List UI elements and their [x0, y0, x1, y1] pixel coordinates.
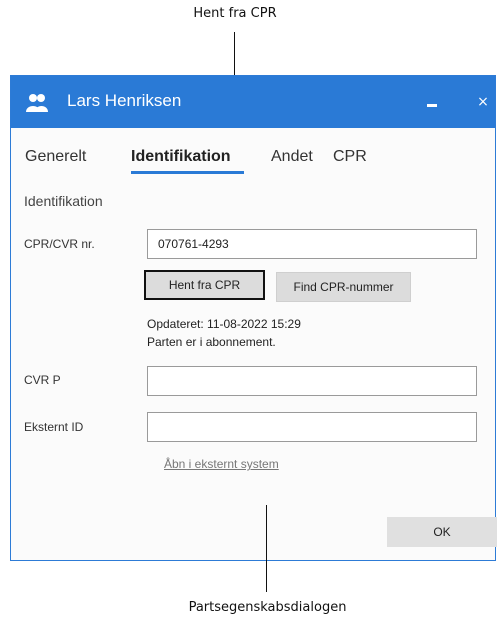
find-cpr-nummer-button[interactable]: Find CPR-nummer — [276, 272, 411, 302]
cpr-label: CPR/CVR nr. — [24, 237, 95, 251]
subscription-status: Parten er i abonnement. — [147, 335, 276, 349]
tab-cpr[interactable]: CPR — [333, 148, 367, 166]
callout-hent-fra-cpr: Hent fra CPR — [193, 6, 277, 21]
active-tab-indicator — [131, 171, 244, 174]
minimize-button[interactable] — [423, 90, 443, 114]
tab-andet[interactable]: Andet — [271, 148, 313, 166]
cvrp-input[interactable] — [147, 366, 477, 396]
window-title: Lars Henriksen — [67, 91, 182, 110]
external-id-label: Eksternt ID — [24, 420, 84, 434]
external-id-input[interactable] — [147, 412, 477, 442]
tab-generelt[interactable]: Generelt — [25, 148, 86, 166]
open-external-system-link[interactable]: Åbn i eksternt system — [164, 457, 279, 471]
updated-text: Opdateret: 11-08-2022 15:29 — [147, 317, 301, 331]
title-bar[interactable]: Lars Henriksen × — [11, 76, 495, 128]
cvrp-label: CVR P — [24, 373, 61, 387]
section-title: Identifikation — [24, 193, 103, 209]
close-button[interactable]: × — [473, 90, 493, 114]
minimize-icon — [427, 104, 437, 107]
tab-identifikation[interactable]: Identifikation — [131, 148, 231, 166]
people-icon — [26, 94, 48, 112]
callout-partsegenskabsdialogen: Partsegenskabsdialogen — [188, 600, 347, 615]
hent-fra-cpr-button[interactable]: Hent fra CPR — [144, 270, 265, 300]
ok-button[interactable]: OK — [387, 517, 497, 547]
callout-line-bottom — [266, 505, 267, 592]
party-properties-dialog: Lars Henriksen × Generelt Identifikation… — [10, 75, 497, 561]
cpr-input[interactable]: 070761-4293 — [147, 229, 477, 259]
